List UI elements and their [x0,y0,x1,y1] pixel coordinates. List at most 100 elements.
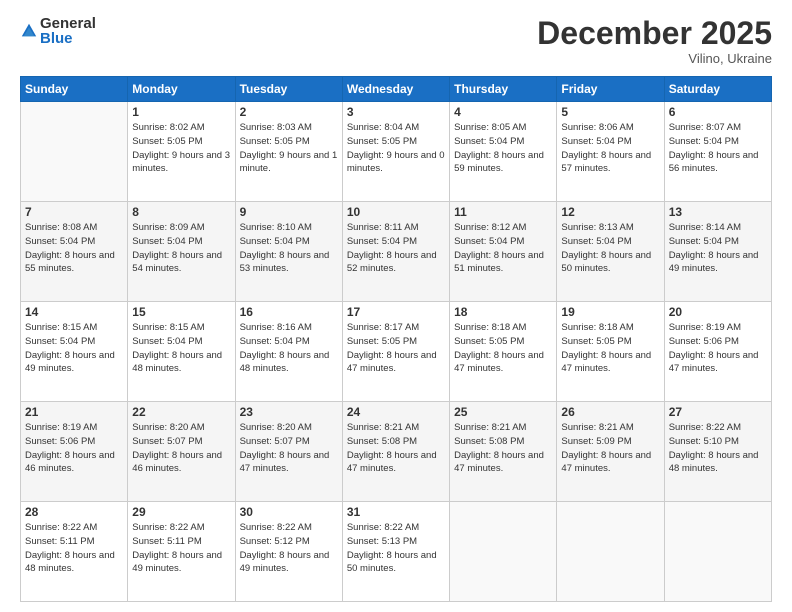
calendar-cell: 2 Sunrise: 8:03 AMSunset: 5:05 PMDaylight… [235,102,342,202]
header: General Blue December 2025 Vilino, Ukrai… [20,16,772,66]
day-info: Sunrise: 8:19 AMSunset: 5:06 PMDaylight:… [25,421,123,476]
calendar-header-row: SundayMondayTuesdayWednesdayThursdayFrid… [21,77,772,102]
day-number: 13 [669,205,767,219]
day-number: 5 [561,105,659,119]
day-number: 25 [454,405,552,419]
calendar-cell: 4 Sunrise: 8:05 AMSunset: 5:04 PMDaylight… [450,102,557,202]
day-number: 7 [25,205,123,219]
day-info: Sunrise: 8:05 AMSunset: 5:04 PMDaylight:… [454,121,552,176]
day-info: Sunrise: 8:06 AMSunset: 5:04 PMDaylight:… [561,121,659,176]
day-info: Sunrise: 8:11 AMSunset: 5:04 PMDaylight:… [347,221,445,276]
calendar-cell [21,102,128,202]
calendar-cell: 23 Sunrise: 8:20 AMSunset: 5:07 PMDayligh… [235,402,342,502]
calendar-week-row: 1Sunrise: 8:02 AMSunset: 5:05 PMDaylight… [21,102,772,202]
calendar-cell: 31Sunrise: 8:22 AMSunset: 5:13 PMDayligh… [342,502,449,602]
day-info: Sunrise: 8:22 AMSunset: 5:11 PMDaylight:… [25,521,123,576]
day-number: 16 [240,305,338,319]
calendar-cell [664,502,771,602]
calendar-cell: 25 Sunrise: 8:21 AMSunset: 5:08 PMDayligh… [450,402,557,502]
calendar-cell: 3 Sunrise: 8:04 AMSunset: 5:05 PMDaylight… [342,102,449,202]
calendar-cell: 1Sunrise: 8:02 AMSunset: 5:05 PMDaylight… [128,102,235,202]
calendar-cell: 9 Sunrise: 8:10 AMSunset: 5:04 PMDaylight… [235,202,342,302]
day-info: Sunrise: 8:22 AMSunset: 5:10 PMDaylight:… [669,421,767,476]
day-number: 8 [132,205,230,219]
calendar-cell: 21 Sunrise: 8:19 AMSunset: 5:06 PMDayligh… [21,402,128,502]
calendar-cell: 18 Sunrise: 8:18 AMSunset: 5:05 PMDayligh… [450,302,557,402]
day-info: Sunrise: 8:07 AMSunset: 5:04 PMDaylight:… [669,121,767,176]
calendar-cell: 11Sunrise: 8:12 AMSunset: 5:04 PMDayligh… [450,202,557,302]
day-info: Sunrise: 8:04 AMSunset: 5:05 PMDaylight:… [347,121,445,176]
day-info: Sunrise: 8:14 AMSunset: 5:04 PMDaylight:… [669,221,767,276]
day-info: Sunrise: 8:15 AMSunset: 5:04 PMDaylight:… [132,321,230,376]
day-number: 3 [347,105,445,119]
calendar-cell: 6Sunrise: 8:07 AMSunset: 5:04 PMDaylight… [664,102,771,202]
day-number: 2 [240,105,338,119]
day-number: 24 [347,405,445,419]
day-number: 12 [561,205,659,219]
calendar-cell: 12 Sunrise: 8:13 AMSunset: 5:04 PMDayligh… [557,202,664,302]
calendar-cell: 28 Sunrise: 8:22 AMSunset: 5:11 PMDayligh… [21,502,128,602]
title-block: December 2025 Vilino, Ukraine [537,16,772,66]
day-number: 1 [132,105,230,119]
page: General Blue December 2025 Vilino, Ukrai… [0,0,792,612]
calendar-cell: 30 Sunrise: 8:22 AMSunset: 5:12 PMDayligh… [235,502,342,602]
day-info: Sunrise: 8:21 AMSunset: 5:09 PMDaylight:… [561,421,659,476]
logo: General Blue [20,16,96,46]
calendar-cell: 27 Sunrise: 8:22 AMSunset: 5:10 PMDayligh… [664,402,771,502]
day-number: 19 [561,305,659,319]
calendar-week-row: 28 Sunrise: 8:22 AMSunset: 5:11 PMDayligh… [21,502,772,602]
calendar-cell: 7Sunrise: 8:08 AMSunset: 5:04 PMDaylight… [21,202,128,302]
calendar-cell [557,502,664,602]
day-info: Sunrise: 8:03 AMSunset: 5:05 PMDaylight:… [240,121,338,176]
day-info: Sunrise: 8:12 AMSunset: 5:04 PMDaylight:… [454,221,552,276]
day-number: 28 [25,505,123,519]
logo-blue: Blue [40,31,96,46]
day-info: Sunrise: 8:10 AMSunset: 5:04 PMDaylight:… [240,221,338,276]
day-number: 18 [454,305,552,319]
col-header-friday: Friday [557,77,664,102]
logo-general: General [40,16,96,31]
day-number: 21 [25,405,123,419]
day-info: Sunrise: 8:22 AMSunset: 5:12 PMDaylight:… [240,521,338,576]
calendar-table: SundayMondayTuesdayWednesdayThursdayFrid… [20,76,772,602]
calendar-week-row: 14 Sunrise: 8:15 AMSunset: 5:04 PMDayligh… [21,302,772,402]
col-header-tuesday: Tuesday [235,77,342,102]
day-info: Sunrise: 8:18 AMSunset: 5:05 PMDaylight:… [454,321,552,376]
day-info: Sunrise: 8:20 AMSunset: 5:07 PMDaylight:… [132,421,230,476]
calendar-cell [450,502,557,602]
col-header-thursday: Thursday [450,77,557,102]
logo-text: General Blue [40,16,96,46]
day-info: Sunrise: 8:20 AMSunset: 5:07 PMDaylight:… [240,421,338,476]
day-info: Sunrise: 8:16 AMSunset: 5:04 PMDaylight:… [240,321,338,376]
calendar-cell: 8 Sunrise: 8:09 AMSunset: 5:04 PMDaylight… [128,202,235,302]
day-info: Sunrise: 8:13 AMSunset: 5:04 PMDaylight:… [561,221,659,276]
col-header-sunday: Sunday [21,77,128,102]
day-number: 23 [240,405,338,419]
location-subtitle: Vilino, Ukraine [537,51,772,66]
calendar-cell: 16 Sunrise: 8:16 AMSunset: 5:04 PMDayligh… [235,302,342,402]
calendar-cell: 26 Sunrise: 8:21 AMSunset: 5:09 PMDayligh… [557,402,664,502]
col-header-monday: Monday [128,77,235,102]
day-number: 9 [240,205,338,219]
calendar-cell: 14Sunrise: 8:15 AMSunset: 5:04 PMDayligh… [21,302,128,402]
calendar-cell: 15 Sunrise: 8:15 AMSunset: 5:04 PMDayligh… [128,302,235,402]
logo-icon [20,22,38,40]
day-info: Sunrise: 8:21 AMSunset: 5:08 PMDaylight:… [454,421,552,476]
day-number: 27 [669,405,767,419]
calendar-cell: 5 Sunrise: 8:06 AMSunset: 5:04 PMDaylight… [557,102,664,202]
day-info: Sunrise: 8:22 AMSunset: 5:11 PMDaylight:… [132,521,230,576]
day-number: 30 [240,505,338,519]
day-info: Sunrise: 8:19 AMSunset: 5:06 PMDaylight:… [669,321,767,376]
day-number: 26 [561,405,659,419]
day-number: 20 [669,305,767,319]
calendar-cell: 19Sunrise: 8:18 AMSunset: 5:05 PMDayligh… [557,302,664,402]
calendar-cell: 17Sunrise: 8:17 AMSunset: 5:05 PMDayligh… [342,302,449,402]
day-number: 14 [25,305,123,319]
calendar-cell: 10Sunrise: 8:11 AMSunset: 5:04 PMDayligh… [342,202,449,302]
day-info: Sunrise: 8:09 AMSunset: 5:04 PMDaylight:… [132,221,230,276]
day-number: 22 [132,405,230,419]
day-number: 4 [454,105,552,119]
day-number: 15 [132,305,230,319]
calendar-week-row: 7Sunrise: 8:08 AMSunset: 5:04 PMDaylight… [21,202,772,302]
calendar-cell: 22 Sunrise: 8:20 AMSunset: 5:07 PMDayligh… [128,402,235,502]
